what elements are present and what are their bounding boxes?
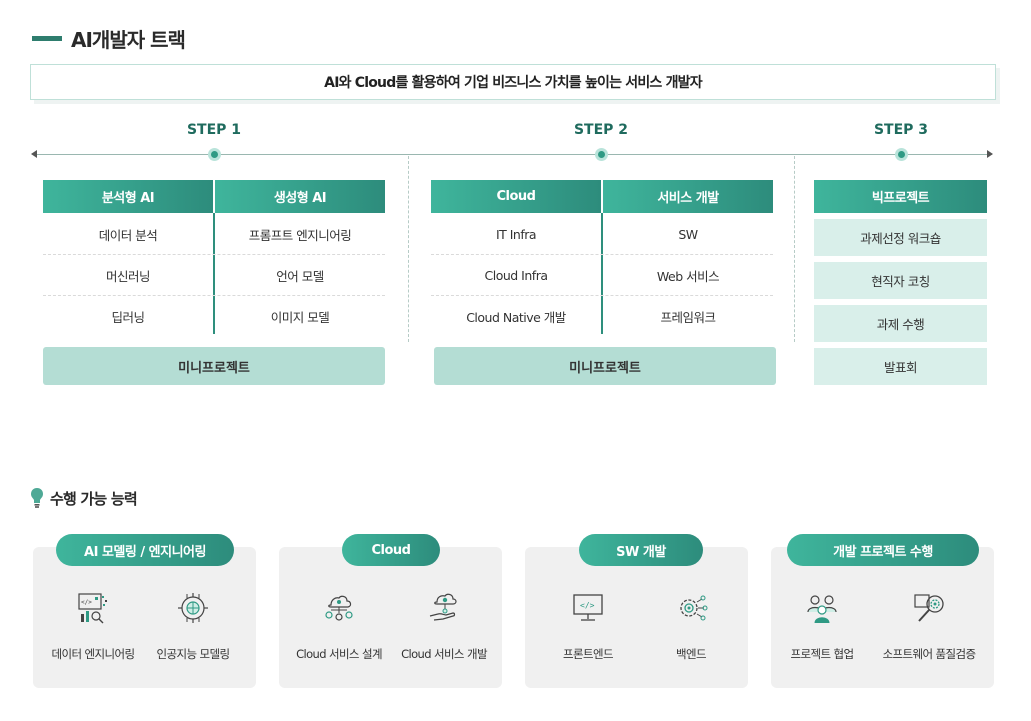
- step1-mini-project: 미니프로젝트: [43, 347, 385, 385]
- step-label-1: STEP 1: [186, 122, 242, 138]
- step-divider-2: [794, 156, 795, 342]
- capability-item: Cloud 서비스 설계: [284, 590, 394, 662]
- step3-item: 발표회: [814, 348, 987, 385]
- capability-item: </> 프론트엔드: [533, 590, 643, 662]
- capability-item-label: 데이터 엔지니어링: [51, 647, 136, 661]
- capability-pill-project: 개발 프로젝트 수행: [787, 534, 979, 566]
- capability-item-label: 백엔드: [676, 647, 707, 661]
- step2-header-cloud: Cloud: [431, 180, 601, 213]
- step1-header-analytic-ai: 분석형 AI: [43, 180, 213, 213]
- data-engineering-icon: </>: [78, 593, 107, 624]
- step1-cell: 데이터 분석: [98, 227, 158, 243]
- capability-item: Cloud 서비스 개발: [389, 590, 499, 662]
- svg-text:</>: </>: [81, 599, 92, 606]
- capabilities-title-text: 수행 가능 능력: [50, 489, 138, 508]
- step2-cell: 프레임워크: [660, 309, 716, 325]
- capability-item-label: 인공지능 모델링: [156, 647, 231, 661]
- row-divider: [43, 254, 385, 255]
- page-title: AI개발자 트랙: [32, 24, 186, 53]
- step3-item: 과제선정 워크숍: [814, 219, 987, 256]
- step1-cell: 딥러닝: [111, 309, 145, 325]
- step3-header-big-project: 빅프로젝트: [814, 180, 987, 213]
- title-bar: [32, 36, 62, 41]
- timeline-dot-step2: [595, 148, 608, 161]
- step2-cell: Cloud Native 개발: [466, 309, 566, 325]
- timeline-arrow-left-icon: [31, 150, 37, 158]
- row-divider: [431, 254, 773, 255]
- step1-cell: 프롬프트 엔지니어링: [248, 227, 352, 243]
- step2-mini-project: 미니프로젝트: [434, 347, 776, 385]
- lightbulb-icon: [31, 488, 43, 508]
- timeline-dot-step1: [208, 148, 221, 161]
- capability-item: 프로젝트 협업: [767, 590, 877, 662]
- team-icon: [807, 595, 837, 624]
- capability-item: </> 데이터 엔지니어링: [38, 590, 148, 662]
- capability-item: 소프트웨어 품질검증: [874, 590, 984, 662]
- page-title-text: AI개발자 트랙: [71, 28, 186, 52]
- ai-chip-icon: [178, 593, 208, 623]
- step2-cell: Cloud Infra: [484, 267, 549, 283]
- step3-item: 현직자 코칭: [814, 262, 987, 299]
- capability-pill-cloud: Cloud: [342, 534, 440, 566]
- step-label-2: STEP 2: [573, 122, 629, 138]
- timeline-line: [34, 154, 992, 155]
- step2-cell: Web 서비스: [656, 268, 720, 284]
- capability-item-label: Cloud 서비스 개발: [401, 647, 487, 661]
- row-divider: [431, 295, 773, 296]
- gear-network-icon: [680, 595, 708, 621]
- capability-pill-ai: AI 모델링 / 엔지니어링: [56, 534, 234, 566]
- step2-cell: IT Infra: [495, 226, 537, 242]
- cloud-design-icon: [325, 595, 353, 621]
- step1-cell: 이미지 모델: [270, 309, 330, 325]
- capability-item-label: 프론트엔드: [563, 647, 614, 661]
- quality-search-icon: [914, 594, 944, 622]
- capability-pill-sw: SW 개발: [579, 534, 703, 566]
- step1-header-generative-ai: 생성형 AI: [215, 180, 385, 213]
- capability-item: 백엔드: [636, 590, 746, 662]
- step-label-3: STEP 3: [873, 122, 929, 138]
- step-divider-1: [408, 156, 409, 342]
- step1-cell: 머신러닝: [105, 268, 151, 284]
- capability-item-label: 프로젝트 협업: [790, 647, 855, 661]
- step1-cell: 언어 모델: [276, 268, 324, 284]
- capabilities-title: 수행 가능 능력: [30, 487, 138, 509]
- timeline-dot-step3: [895, 148, 908, 161]
- step2-cell: SW: [678, 226, 698, 242]
- svg-text:</>: </>: [580, 601, 595, 610]
- cloud-dev-icon: [429, 593, 457, 621]
- track-subtitle: AI와 Cloud를 활용하여 기업 비즈니스 가치를 높이는 서비스 개발자: [30, 64, 996, 100]
- capability-item-label: 소프트웨어 품질검증: [882, 647, 976, 661]
- monitor-code-icon: </>: [573, 594, 603, 621]
- capability-item-label: Cloud 서비스 설계: [296, 647, 382, 661]
- step3-item: 과제 수행: [814, 305, 987, 342]
- capability-item: 인공지능 모델링: [138, 590, 248, 662]
- step2-header-service-dev: 서비스 개발: [603, 180, 773, 213]
- timeline-arrow-right-icon: [987, 150, 993, 158]
- row-divider: [43, 295, 385, 296]
